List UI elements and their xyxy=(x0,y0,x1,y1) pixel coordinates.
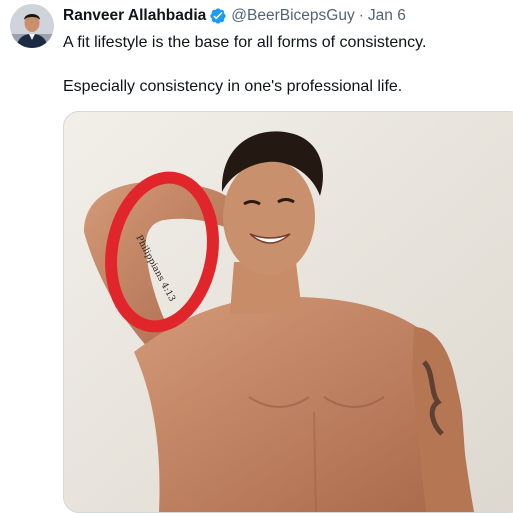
tweet-media-photo[interactable]: Philippians 4:13 xyxy=(63,111,513,513)
tweet-header: Ranveer Allahbadia @BeerBicepsGuy · Jan … xyxy=(63,6,505,26)
tweet-text: A fit lifestyle is the base for all form… xyxy=(63,32,503,98)
tweet-text-line-2: Especially consistency in one's professi… xyxy=(63,78,403,95)
author-handle[interactable]: @BeerBicepsGuy xyxy=(231,6,354,26)
author-avatar[interactable] xyxy=(10,4,54,48)
author-name[interactable]: Ranveer Allahbadia xyxy=(63,6,206,26)
separator-dot: · xyxy=(358,7,364,24)
tweet-text-line-1: A fit lifestyle is the base for all form… xyxy=(63,34,427,51)
tweet-date[interactable]: Jan 6 xyxy=(368,6,406,26)
avatar-image xyxy=(10,4,54,48)
photo-image: Philippians 4:13 xyxy=(64,112,513,512)
verified-badge-icon[interactable] xyxy=(209,7,227,25)
